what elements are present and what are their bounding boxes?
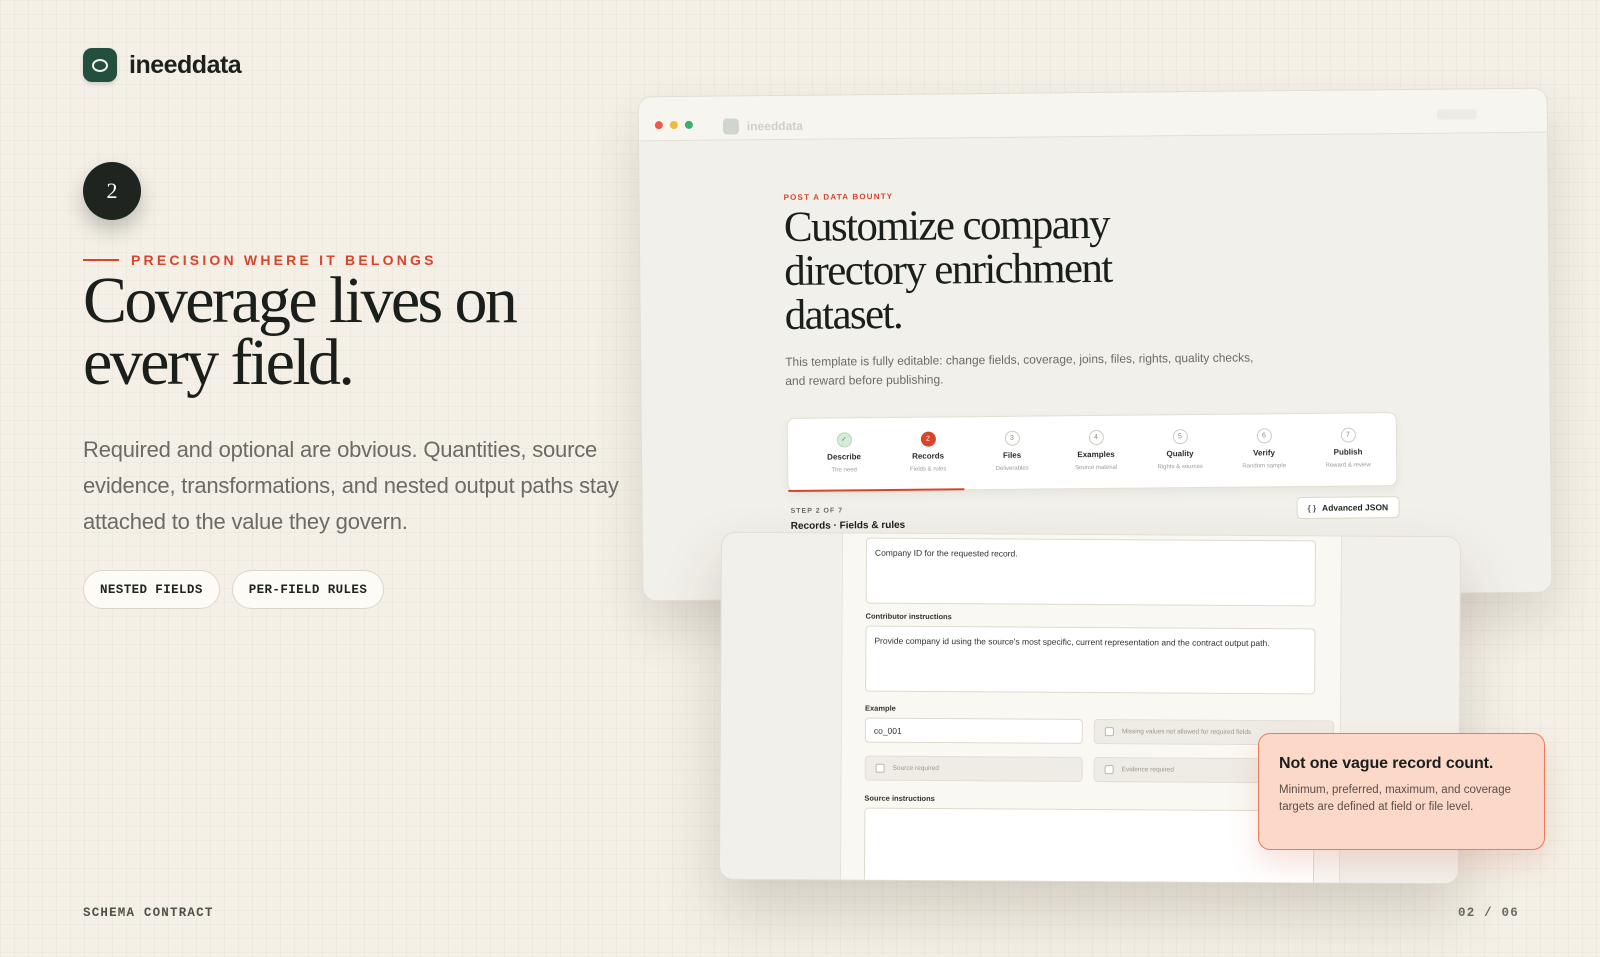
step-number-badge: 2 (83, 162, 141, 220)
step-sub: Rights & sources (1157, 463, 1203, 471)
window-brand: ineeddata (722, 118, 803, 135)
step-sub: Reward & review (1325, 462, 1371, 469)
braces-icon: { } (1307, 503, 1317, 513)
step-circle: 3 (1004, 430, 1020, 446)
step-name: Describe (827, 452, 862, 462)
step-sub: Fields & rules (909, 466, 947, 473)
stepper-progress-bar (788, 488, 965, 492)
window-brand-name: ineeddata (746, 118, 803, 134)
step-sub: Deliverables (995, 465, 1029, 472)
page-title: Coverage lives on every field. (83, 264, 643, 399)
step-sub: Random sample (1242, 463, 1287, 470)
step-name: Verify (1253, 448, 1275, 458)
maximize-dot-icon[interactable] (684, 120, 693, 129)
step-sub: The need (831, 467, 857, 474)
stepper: ✓ Describe The need 2 Records Fields & r… (786, 412, 1398, 492)
footer-label: SCHEMA CONTRACT (83, 906, 214, 920)
step-circle: ✓ (836, 432, 852, 448)
logo-icon (83, 48, 117, 82)
step-quality[interactable]: 5 Quality Rights & sources (1140, 429, 1220, 473)
step-files[interactable]: 3 Files Deliverables (972, 430, 1052, 474)
step-records[interactable]: 2 Records Fields & rules (888, 431, 968, 475)
brand-name: ineeddata (129, 50, 242, 79)
step-name: Records (912, 451, 945, 461)
contributor-instructions-textarea[interactable]: Provide company id using the source's mo… (865, 625, 1316, 695)
step-name: Examples (1077, 449, 1115, 460)
headline-line-1: Coverage lives on (83, 264, 518, 337)
chip-per-field-rules: PER-FIELD RULES (231, 570, 385, 609)
step-meta: STEP 2 OF 7 (790, 507, 844, 515)
step-circle: 6 (1256, 428, 1272, 444)
chip-nested-fields: NESTED FIELDS (83, 570, 220, 609)
browser-window: ineeddata POST A DATA BOUNTY Customize c… (637, 87, 1553, 602)
step-name: Publish (1333, 447, 1363, 457)
headline-line-2: every field. (83, 326, 355, 399)
callout-title: Not one vague record count. (1279, 755, 1494, 772)
step-verify[interactable]: 6 Verify Random sample (1224, 428, 1304, 472)
step-name: Files (1002, 450, 1022, 460)
step-name: Quality (1166, 449, 1194, 459)
eyebrow-rule (83, 259, 119, 261)
pagination: 02 / 06 (1458, 906, 1519, 920)
source-instructions-label: Source instructions (864, 793, 935, 804)
lead-paragraph: Required and optional are obvious. Quant… (83, 437, 619, 534)
step-publish[interactable]: 7 Publish Reward & review (1308, 427, 1388, 471)
step-examples[interactable]: 4 Examples Source material (1056, 429, 1136, 474)
window-nav-placeholder (1436, 109, 1477, 120)
callout-card: Not one vague record count. Minimum, pre… (1258, 733, 1545, 850)
window-title: Customize company directory enrichment d… (783, 200, 1112, 339)
description-textarea[interactable]: Company ID for the requested record. (865, 537, 1317, 607)
window-titlebar: ineeddata (638, 88, 1547, 142)
contributor-instructions-label: Contributor instructions (865, 611, 952, 622)
source-required-checkbox[interactable]: Source required (864, 755, 1083, 782)
step-title: Records · Fields & rules (790, 519, 906, 532)
window-description: This template is fully editable: change … (785, 350, 1254, 388)
minimize-dot-icon[interactable] (669, 120, 678, 130)
step-circle: 7 (1340, 427, 1356, 443)
example-label: Example (864, 703, 896, 713)
step-describe[interactable]: ✓ Describe The need (804, 432, 884, 476)
checkbox-icon (875, 763, 885, 773)
advanced-json-button[interactable]: { } Advanced JSON (1296, 496, 1400, 520)
step-sub: Source material (1075, 464, 1118, 472)
logo-icon (722, 118, 739, 135)
step-circle: 2 (920, 431, 936, 447)
advanced-json-label: Advanced JSON (1321, 502, 1389, 513)
feature-chips: NESTED FIELDS PER-FIELD RULES (83, 570, 385, 609)
step-circle: 5 (1172, 429, 1188, 445)
step-circle: 4 (1088, 429, 1104, 446)
close-dot-icon[interactable] (654, 121, 663, 130)
window-eyebrow: POST A DATA BOUNTY (783, 191, 894, 202)
brand[interactable]: ineeddata (83, 48, 242, 82)
callout-body: Minimum, preferred, maximum, and coverag… (1279, 784, 1511, 813)
missing-values-label: Missing values not allowed for required … (1121, 728, 1252, 736)
checkbox-icon (1104, 765, 1114, 775)
source-required-label: Source required (892, 764, 939, 773)
checkbox-icon (1104, 727, 1114, 737)
source-instructions-textarea[interactable] (863, 807, 1315, 885)
evidence-required-label: Evidence required (1121, 766, 1175, 774)
example-input[interactable]: co_001 (864, 717, 1083, 744)
